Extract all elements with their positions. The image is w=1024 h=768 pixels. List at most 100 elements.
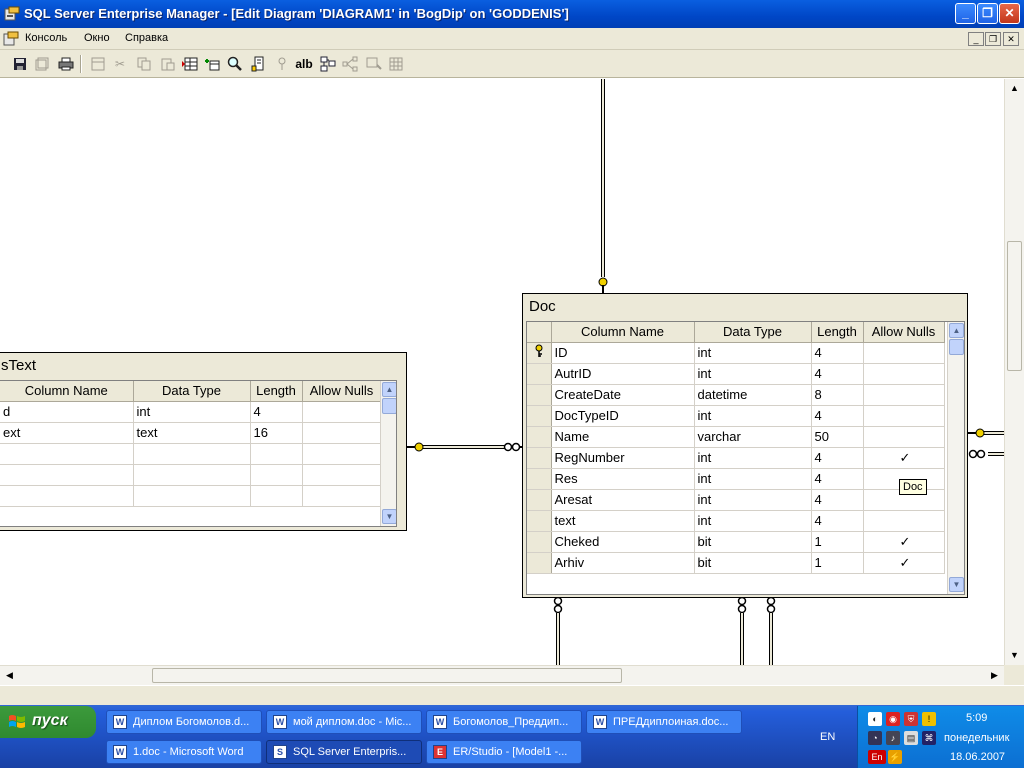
horizontal-scrollbar[interactable]: ◀ ▶ [0,665,1004,685]
paste-icon[interactable] [158,54,178,74]
warning-icon[interactable]: ! [922,712,936,726]
network-icon[interactable]: ▤ [904,731,918,745]
cell-length[interactable]: 4 [811,489,864,511]
arrange-tables-icon[interactable] [318,54,338,74]
cell-length[interactable] [250,464,303,486]
language-bar-icon[interactable]: En [868,750,886,764]
copy-icon[interactable] [134,54,154,74]
cell-column-name[interactable]: CreateDate [551,384,695,406]
row-selector[interactable] [527,384,552,406]
diagram-canvas[interactable]: sText Column Name Data Type Length Allow… [0,79,1004,665]
cell-data-type[interactable]: bit [694,552,812,574]
scroll-thumb[interactable] [949,339,964,355]
table-row[interactable]: ext text 16 [0,422,382,444]
cell-allow-nulls[interactable] [863,342,945,364]
relationships-icon[interactable] [340,54,360,74]
cell-length[interactable]: 4 [811,510,864,532]
scroll-down-icon[interactable]: ▼ [382,509,396,524]
scroll-thumb[interactable] [1007,241,1022,371]
table-row[interactable]: DocTypeID int 4 [527,405,945,427]
cell-data-type[interactable]: int [694,510,812,532]
table-doc[interactable]: Doc Column Name Data Type Length Allow N… [522,293,968,598]
cell-allow-nulls[interactable]: ✓ [863,531,945,553]
cell-allow-nulls[interactable] [302,485,382,507]
cell-data-type[interactable]: varchar [694,426,812,448]
cell-column-name[interactable]: RegNumber [551,447,695,469]
task-button-active[interactable]: S SQL Server Enterpris... [266,740,422,764]
mdi-minimize-button[interactable]: _ [968,32,984,46]
table-row[interactable] [0,485,382,507]
task-button[interactable]: W Диплом Богомолов.d... [106,710,262,734]
menu-console[interactable]: Консоль [25,32,67,44]
table-row[interactable] [0,443,382,465]
row-selector[interactable] [527,447,552,469]
cell-length[interactable]: 4 [250,401,303,423]
row-selector[interactable] [527,426,552,448]
minimize-button[interactable]: _ [955,3,976,24]
cell-allow-nulls[interactable] [302,422,382,444]
table-row[interactable]: Cheked bit 1 ✓ [527,531,945,553]
cell-length[interactable]: 50 [811,426,864,448]
zoom-icon[interactable] [225,54,245,74]
table-stext[interactable]: sText Column Name Data Type Length Allow… [0,352,407,531]
shield-icon[interactable]: ⛨ [904,712,918,726]
maximize-button[interactable]: ❐ [977,3,998,24]
cell-column-name[interactable]: d [0,401,134,423]
table-row[interactable] [0,464,382,486]
row-selector[interactable] [527,405,552,427]
table-row[interactable]: CreateDate datetime 8 [527,384,945,406]
table-row[interactable]: Name varchar 50 [527,426,945,448]
table-row[interactable]: ID int 4 [527,342,945,364]
save-all-icon[interactable] [32,54,52,74]
mdi-restore-button[interactable]: ❐ [985,32,1001,46]
scroll-down-icon[interactable]: ▼ [1006,647,1023,664]
cell-data-type[interactable]: int [133,401,251,423]
cell-allow-nulls[interactable] [302,464,382,486]
cell-column-name[interactable] [0,485,134,507]
menu-help[interactable]: Справка [125,32,168,44]
row-selector[interactable] [527,552,552,574]
row-selector[interactable] [527,363,552,385]
task-button[interactable]: W 1.doc - Microsoft Word [106,740,262,764]
cell-length[interactable]: 4 [811,363,864,385]
tray-app-icon[interactable]: ⚡ [888,750,902,764]
cell-length[interactable]: 4 [811,468,864,490]
cell-length[interactable]: 4 [811,447,864,469]
cell-allow-nulls[interactable] [863,384,945,406]
close-button[interactable]: ✕ [999,3,1020,24]
grid-icon[interactable] [386,54,406,74]
cell-length[interactable] [250,443,303,465]
cell-data-type[interactable]: int [694,468,812,490]
cell-length[interactable]: 8 [811,384,864,406]
cell-allow-nulls[interactable] [302,443,382,465]
table-row[interactable]: RegNumber int 4 ✓ [527,447,945,469]
table-row[interactable]: Arhiv bit 1 ✓ [527,552,945,574]
table-row[interactable]: d int 4 [0,401,382,423]
cell-allow-nulls[interactable] [863,405,945,427]
cell-column-name[interactable]: Arhiv [551,552,695,574]
vertical-scrollbar[interactable]: ▲ ▼ [1004,79,1024,665]
cell-data-type[interactable]: int [694,363,812,385]
scroll-thumb[interactable] [152,668,622,683]
start-button[interactable]: пуск [0,706,96,738]
scroll-up-icon[interactable]: ▲ [949,323,964,338]
task-button[interactable]: E ER/Studio - [Model1 -... [426,740,582,764]
cell-column-name[interactable]: Cheked [551,531,695,553]
cell-length[interactable]: 4 [811,342,864,364]
print-icon[interactable] [56,54,76,74]
cell-column-name[interactable]: Name [551,426,695,448]
cell-data-type[interactable]: int [694,489,812,511]
row-selector[interactable] [527,531,552,553]
tray-app-icon[interactable]: ◐ [868,712,882,726]
scroll-up-icon[interactable]: ▲ [1006,80,1023,97]
cell-column-name[interactable]: ext [0,422,134,444]
cell-data-type[interactable] [133,464,251,486]
cell-column-name[interactable]: DocTypeID [551,405,695,427]
row-selector[interactable] [527,489,552,511]
scroll-thumb[interactable] [382,398,396,414]
cell-data-type[interactable] [133,485,251,507]
cell-column-name[interactable]: AutrID [551,363,695,385]
speaker-icon[interactable]: ♪ [886,731,900,745]
cell-allow-nulls[interactable]: ✓ [863,447,945,469]
scroll-down-icon[interactable]: ▼ [949,577,964,592]
